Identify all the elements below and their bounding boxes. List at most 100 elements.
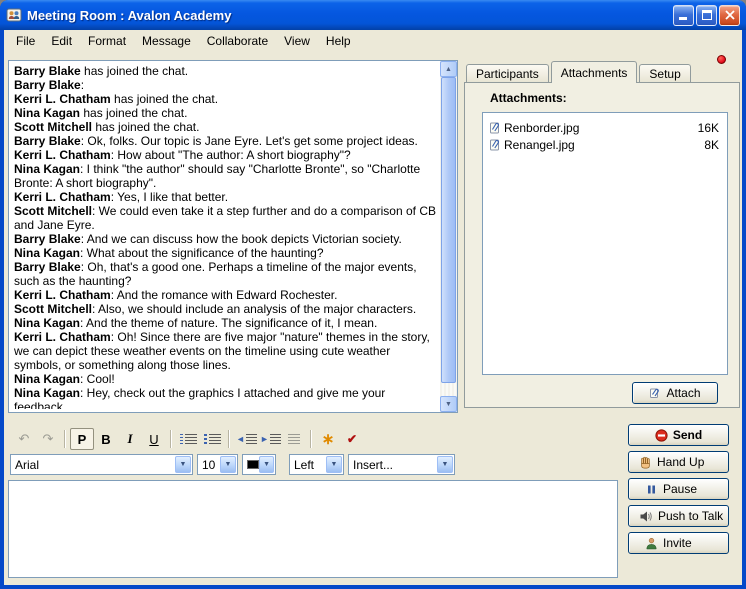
chat-sender: Scott Mitchell [14, 204, 92, 218]
chat-sender: Nina Kagan [14, 162, 80, 176]
close-button[interactable] [719, 5, 740, 26]
increase-indent-button[interactable]: ► [258, 428, 282, 450]
paperclip-icon [649, 387, 661, 399]
chat-text: has joined the chat. [92, 120, 199, 134]
chat-message: Kerri L. Chatham: How about "The author:… [14, 148, 436, 162]
italic-button[interactable]: I [118, 428, 142, 450]
menu-item[interactable]: File [8, 31, 43, 51]
attachment-name: Renborder.jpg [504, 121, 579, 135]
redo-button[interactable]: ↷ [36, 428, 60, 450]
window-title: Meeting Room : Avalon Academy [27, 8, 671, 23]
numbered-list-button[interactable] [176, 428, 200, 450]
chat-text: has joined the chat. [111, 92, 218, 106]
app-icon[interactable] [6, 7, 22, 23]
chat-message: Nina Kagan: And the theme of nature. The… [14, 316, 436, 330]
attachment-row[interactable]: Renborder.jpg 16K [483, 119, 727, 136]
raised-hand-icon [639, 456, 652, 469]
alignment-select[interactable]: Left ▼ [289, 454, 344, 475]
speaker-icon [639, 510, 653, 523]
numbered-list-icon [180, 434, 183, 444]
chat-sender: Barry Blake [14, 260, 81, 274]
chat-message: Kerri L. Chatham: Oh! Since there are fi… [14, 330, 436, 372]
chat-message: Kerri L. Chatham: And the romance with E… [14, 288, 436, 302]
chat-text: : What about the significance of the hau… [80, 246, 324, 260]
chat-scrollbar[interactable]: ▲ ▼ [440, 61, 457, 412]
push-to-talk-button[interactable]: Push to Talk [628, 505, 729, 527]
insert-symbol-button[interactable]: ∗ [316, 428, 340, 450]
panel-tab[interactable]: Attachments [551, 61, 638, 83]
chat-sender: Barry Blake [14, 64, 81, 78]
chat-text: : How about "The author: A short biograp… [111, 148, 351, 162]
font-size-select[interactable]: 10 ▼ [197, 454, 238, 475]
window-body: File Edit Format Message Collaborate Vie… [4, 30, 742, 585]
chat-sender: Kerri L. Chatham [14, 288, 111, 302]
chat-messages: Barry Blake has joined the chat. Barry B… [14, 64, 436, 409]
spell-check-icon: ✔ [347, 432, 357, 446]
maximize-button[interactable] [696, 5, 717, 26]
bulleted-list-button[interactable] [200, 428, 224, 450]
chevron-down-icon[interactable]: ▼ [437, 456, 453, 473]
chat-text: : And the theme of nature. The significa… [80, 316, 377, 330]
menu-item[interactable]: Message [134, 31, 199, 51]
attachment-row[interactable]: Renangel.jpg 8K [483, 136, 727, 153]
menu-item[interactable]: Help [318, 31, 359, 51]
scroll-up-icon[interactable]: ▲ [440, 61, 457, 77]
send-button[interactable]: Send [628, 424, 729, 446]
underline-button[interactable]: U [142, 428, 166, 450]
attach-button[interactable]: Attach [632, 382, 718, 404]
panel-tabs: Participants Attachments Setup [466, 61, 693, 82]
scroll-down-icon[interactable]: ▼ [440, 396, 457, 412]
scroll-thumb[interactable] [441, 77, 456, 383]
chat-message: Scott Mitchell: Also, we should include … [14, 302, 436, 316]
menu-item[interactable]: Format [80, 31, 134, 51]
font-family-select[interactable]: Arial ▼ [10, 454, 193, 475]
chevron-down-icon[interactable]: ▼ [175, 456, 191, 473]
panel-tab[interactable]: Setup [639, 64, 690, 82]
menu-item[interactable]: Collaborate [199, 31, 276, 51]
font-color-select[interactable]: ▼ [242, 454, 276, 475]
chevron-down-icon[interactable]: ▼ [326, 456, 342, 473]
chevron-down-icon[interactable]: ▼ [220, 456, 236, 473]
spell-check-button[interactable]: ✔ [340, 428, 364, 450]
chat-text: : Ok, folks. Our topic is Jane Eyre. Let… [81, 134, 418, 148]
attachments-panel: Attachments: Renborder.jpg 16K Renangel.… [464, 82, 740, 408]
minimize-button[interactable] [673, 5, 694, 26]
menu-item[interactable]: View [276, 31, 318, 51]
font-family-value: Arial [15, 458, 39, 472]
chat-sender: Kerri L. Chatham [14, 92, 111, 106]
panel-tab[interactable]: Participants [466, 64, 549, 82]
text-direction-button[interactable] [282, 428, 306, 450]
pause-button-label: Pause [663, 482, 697, 496]
insert-select[interactable]: Insert... ▼ [348, 454, 455, 475]
chat-sender: Nina Kagan [14, 106, 80, 120]
hand-up-button[interactable]: Hand Up [628, 451, 729, 473]
chat-message: Barry Blake: Ok, folks. Our topic is Jan… [14, 134, 436, 148]
send-icon [655, 429, 668, 442]
toolbar-separator [170, 430, 172, 448]
chat-transcript: Barry Blake has joined the chat. Barry B… [8, 60, 458, 413]
invite-button[interactable]: Invite [628, 532, 729, 554]
insert-symbol-icon: ∗ [322, 430, 335, 448]
pause-button[interactable]: Pause [628, 478, 729, 500]
undo-button[interactable]: ↶ [12, 428, 36, 450]
attachment-name: Renangel.jpg [504, 138, 575, 152]
toolbar-separator [64, 430, 66, 448]
message-input[interactable] [9, 481, 617, 577]
chat-sender: Barry Blake [14, 232, 81, 246]
increase-indent-icon: ► [260, 435, 269, 444]
decrease-indent-button[interactable]: ◄ [234, 428, 258, 450]
paperclip-file-icon [488, 138, 500, 151]
chat-sender: Kerri L. Chatham [14, 330, 111, 344]
chat-message: Kerri L. Chatham has joined the chat. [14, 92, 436, 106]
chat-sender: Scott Mitchell [14, 120, 92, 134]
chat-sender: Nina Kagan [14, 372, 80, 386]
bold-button[interactable]: B [94, 428, 118, 450]
paragraph-style-button[interactable]: P [70, 428, 94, 450]
chat-text: : And we can discuss how the book depict… [81, 232, 402, 246]
menu-item[interactable]: Edit [43, 31, 80, 51]
attachments-list[interactable]: Renborder.jpg 16K Renangel.jpg 8K [482, 112, 728, 375]
meeting-room-window: Meeting Room : Avalon Academy File Edit … [0, 0, 746, 589]
chat-sender: Nina Kagan [14, 386, 80, 400]
chat-sender: Kerri L. Chatham [14, 190, 111, 204]
chevron-down-icon[interactable]: ▼ [259, 456, 274, 473]
